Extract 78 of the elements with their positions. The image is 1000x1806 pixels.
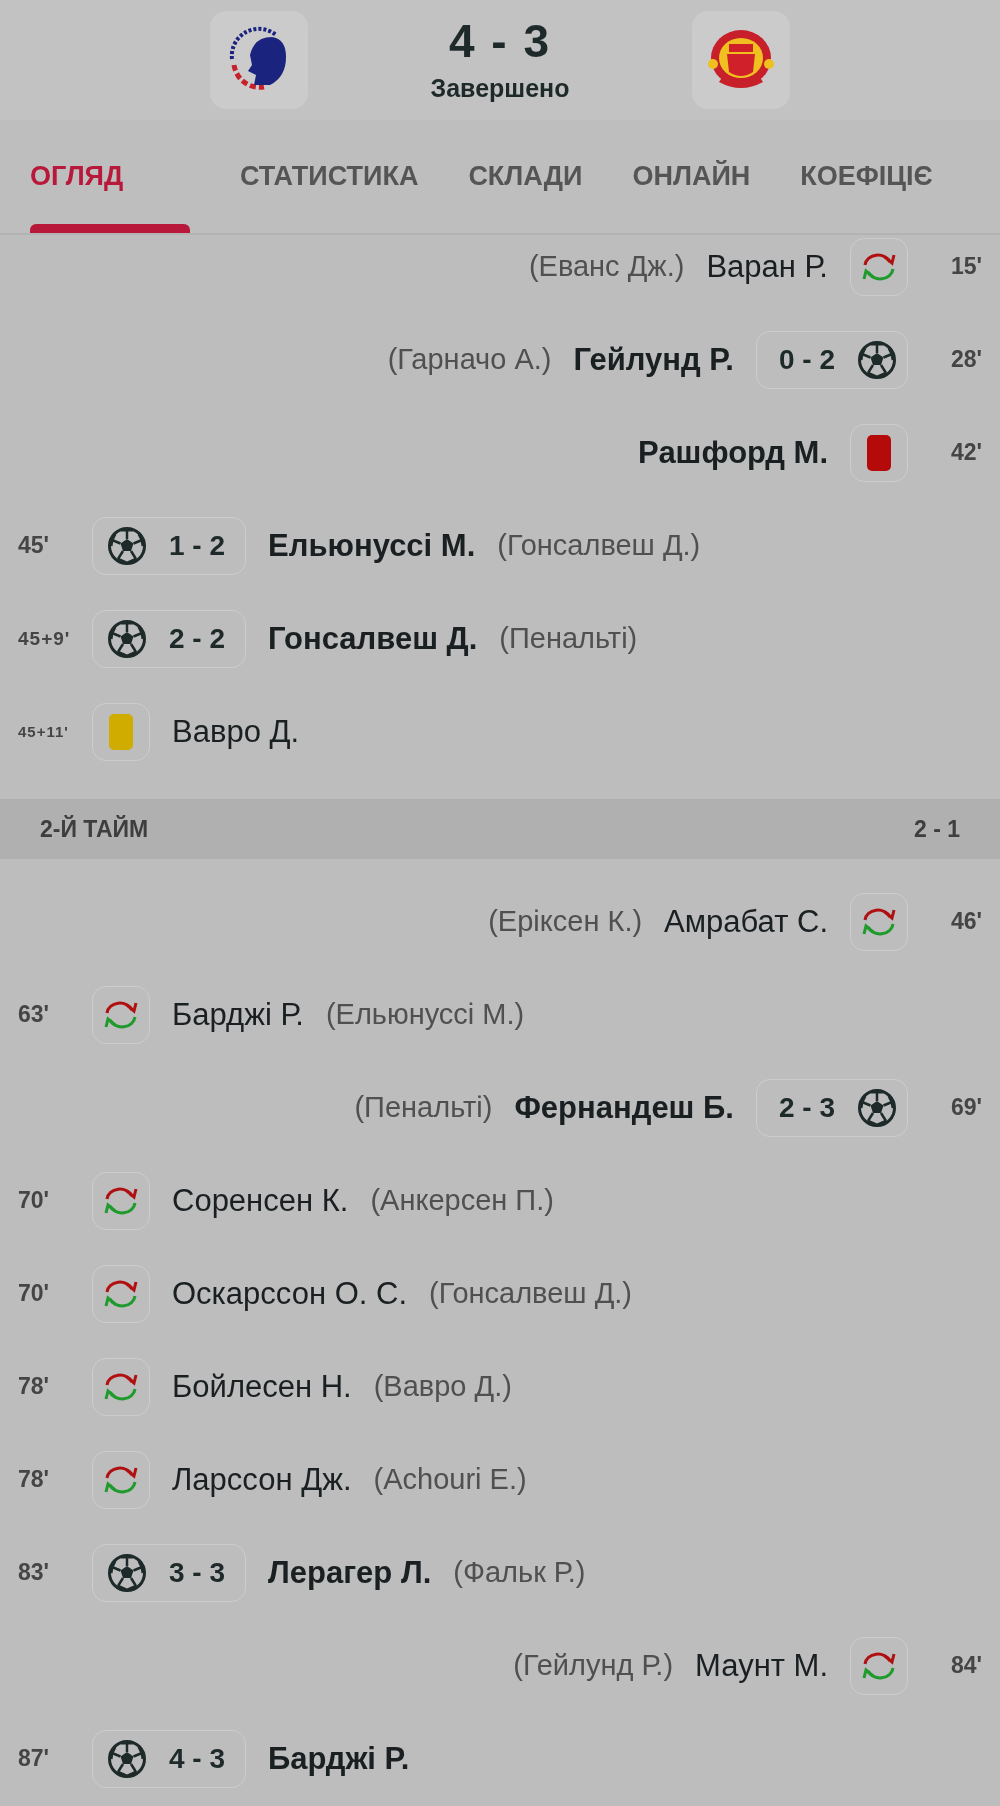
- player-name: Маунт М.: [695, 1647, 828, 1684]
- event-note: (Гонсалвеш Д.): [429, 1277, 632, 1310]
- player-name: Вавро Д.: [172, 713, 300, 750]
- event-minute: 78': [18, 1373, 51, 1400]
- event-minute: 45+11': [18, 723, 70, 740]
- ball-icon: [107, 1552, 147, 1593]
- player-name: Барджі Р.: [268, 1740, 410, 1777]
- period-score: 2 - 1: [913, 815, 960, 843]
- event-note: (Фальк Р.): [453, 1556, 586, 1589]
- period-title: 2-Й ТАЙМ: [40, 815, 149, 843]
- player-name: Гейлунд Р.: [573, 341, 734, 378]
- event-note: (Пенальті): [499, 622, 638, 655]
- player-name: Соренсен К.: [172, 1182, 349, 1219]
- event-note: (Гарначо А.): [387, 343, 552, 376]
- match-status: Завершено: [430, 73, 570, 103]
- event-minute: 70': [18, 1280, 51, 1307]
- ball-icon: [857, 339, 897, 380]
- card-icon: [867, 434, 891, 471]
- event-minute: 15': [949, 253, 982, 280]
- ball-icon: [107, 618, 147, 659]
- event-note: (Ельюнуссі М.): [325, 998, 525, 1031]
- goal-score: 4 - 3: [169, 1742, 226, 1775]
- player-name: Лерагер Л.: [268, 1554, 432, 1591]
- substitution-icon: [861, 1650, 897, 1681]
- event-minute: 78': [18, 1466, 51, 1493]
- tab[interactable]: ОГЛЯД: [30, 120, 190, 233]
- player-name: Барджі Р.: [172, 996, 304, 1033]
- event-minute: 45': [18, 532, 51, 559]
- event-minute: 46': [949, 908, 982, 935]
- event-minute: 69': [949, 1094, 982, 1121]
- event-note: (Еріксен К.): [488, 905, 643, 938]
- tab[interactable]: КОЕФІЦІЄ: [800, 120, 933, 233]
- tab[interactable]: ОНЛАЙН: [632, 120, 751, 233]
- player-name: Амрабат С.: [664, 903, 828, 940]
- goal-score: 0 - 2: [778, 343, 835, 376]
- event-note: (Achouri E.): [373, 1463, 527, 1496]
- player-name: Ельюнуссі М.: [268, 527, 476, 564]
- match-score: 4 - 3: [448, 17, 551, 64]
- event-minute: 70': [18, 1187, 51, 1214]
- player-name: Гонсалвеш Д.: [268, 620, 478, 657]
- goal-score: 3 - 3: [169, 1556, 226, 1589]
- tab[interactable]: СКЛАДИ: [468, 120, 583, 233]
- event-note: (Пенальті): [354, 1091, 493, 1124]
- player-name: Рашфорд М.: [638, 434, 828, 471]
- event-note: (Еванс Дж.): [528, 250, 685, 283]
- event-minute: 63': [18, 1001, 51, 1028]
- ball-icon: [857, 1087, 897, 1128]
- player-name: Ларссон Дж.: [172, 1461, 352, 1498]
- player-name: Фернандеш Б.: [514, 1089, 734, 1126]
- goal-score: 2 - 2: [169, 622, 226, 655]
- ball-icon: [107, 1738, 147, 1779]
- substitution-icon: [103, 1278, 139, 1309]
- substitution-icon: [103, 999, 139, 1030]
- card-icon: [109, 713, 133, 750]
- goal-score: 2 - 3: [778, 1091, 835, 1124]
- event-minute: 83': [18, 1559, 51, 1586]
- substitution-icon: [861, 906, 897, 937]
- event-minute: 87': [18, 1745, 51, 1772]
- tab[interactable]: СТАТИСТИКА: [240, 120, 419, 233]
- event-note: (Гейлунд Р.): [513, 1649, 674, 1682]
- home-team-logo[interactable]: [210, 11, 308, 109]
- player-name: Бойлесен Н.: [172, 1368, 352, 1405]
- away-team-logo[interactable]: [692, 11, 790, 109]
- substitution-icon: [103, 1464, 139, 1495]
- event-note: (Вавро Д.): [373, 1370, 512, 1403]
- ball-icon: [107, 525, 147, 566]
- substitution-icon: [103, 1185, 139, 1216]
- substitution-icon: [103, 1371, 139, 1402]
- event-note: (Анкерсен П.): [370, 1184, 554, 1217]
- event-minute: 84': [949, 1652, 982, 1679]
- player-name: Оскарссон О. С.: [172, 1275, 407, 1312]
- event-minute: 42': [949, 439, 982, 466]
- event-note: (Гонсалвеш Д.): [497, 529, 701, 562]
- goal-score: 1 - 2: [169, 529, 226, 562]
- event-minute: 45+9': [18, 627, 72, 650]
- event-minute: 28': [949, 346, 982, 373]
- player-name: Варан Р.: [706, 248, 828, 285]
- substitution-icon: [861, 251, 897, 282]
